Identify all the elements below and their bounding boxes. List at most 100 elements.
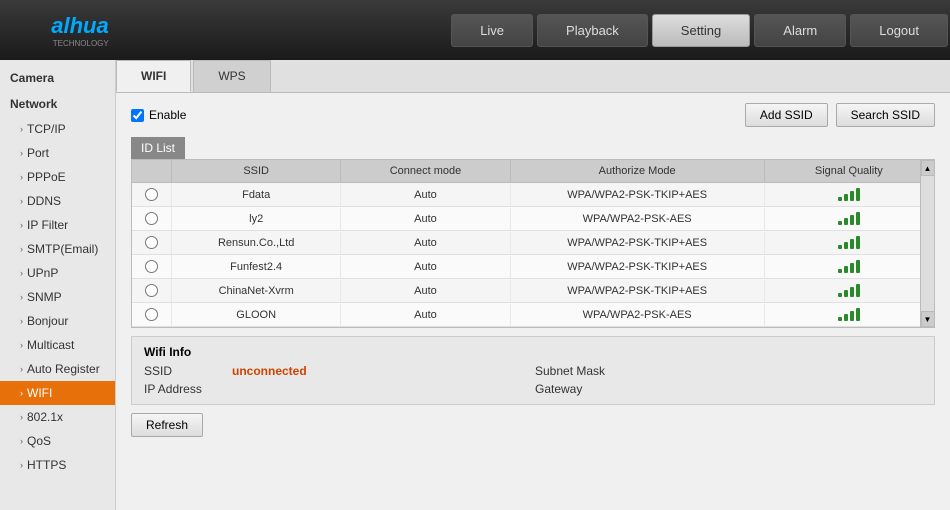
wifi-info-grid: SSID unconnected Subnet Mask IP Address [144, 364, 922, 396]
enable-left: Enable [131, 108, 186, 122]
arrow-icon: › [20, 148, 23, 158]
ssid-radio[interactable] [145, 188, 158, 201]
bar4 [856, 308, 860, 321]
sidebar-item-upnp[interactable]: ›UPnP [0, 261, 115, 285]
col-radio [132, 160, 172, 182]
sidebar-item-autoregister[interactable]: ›Auto Register [0, 357, 115, 381]
ssid-cell: Funfest2.4 [172, 256, 341, 278]
row-radio[interactable] [132, 231, 172, 254]
nav-tab-alarm[interactable]: Alarm [754, 14, 846, 47]
table-row: ChinaNet-Xvrm Auto WPA/WPA2-PSK-TKIP+AES [132, 279, 934, 303]
wifi-table: SSID Connect mode Authorize Mode Signal … [131, 159, 935, 328]
ip-label: IP Address [144, 382, 224, 396]
table-row: ly2 Auto WPA/WPA2-PSK-AES [132, 207, 934, 231]
bar3 [850, 311, 854, 321]
arrow-icon: › [20, 124, 23, 134]
sidebar-item-bonjour[interactable]: ›Bonjour [0, 309, 115, 333]
sidebar-item-multicast[interactable]: ›Multicast [0, 333, 115, 357]
sidebar-item-ddns[interactable]: ›DDNS [0, 189, 115, 213]
ssid-radio[interactable] [145, 308, 158, 321]
sidebar-section-camera: Camera [0, 65, 115, 91]
wifi-info-panel: Wifi Info SSID unconnected Subnet Mask I… [131, 336, 935, 405]
table-row: GLOON Auto WPA/WPA2-PSK-AES [132, 303, 934, 327]
table-row: Fdata Auto WPA/WPA2-PSK-TKIP+AES [132, 183, 934, 207]
bar4 [856, 188, 860, 201]
bar2 [844, 242, 848, 249]
inner-content: Enable Add SSID Search SSID ID List SSID… [116, 93, 950, 455]
add-ssid-button[interactable]: Add SSID [745, 103, 828, 127]
sidebar-item-ipfilter[interactable]: ›IP Filter [0, 213, 115, 237]
sidebar-item-port[interactable]: ›Port [0, 141, 115, 165]
signal-cell [765, 207, 934, 230]
bar1 [838, 245, 842, 249]
bar1 [838, 221, 842, 225]
signal-bars [773, 236, 925, 249]
tab-wifi[interactable]: WIFI [116, 60, 191, 92]
arrow-icon: › [20, 388, 23, 398]
arrow-icon: › [20, 196, 23, 206]
arrow-icon: › [20, 268, 23, 278]
row-radio[interactable] [132, 207, 172, 230]
sidebar-item-qos[interactable]: ›QoS [0, 429, 115, 453]
wifi-subnet-row: Subnet Mask [535, 364, 922, 378]
nav-tab-setting[interactable]: Setting [652, 14, 750, 47]
refresh-button[interactable]: Refresh [131, 413, 203, 437]
signal-bars [773, 260, 925, 273]
scroll-down-button[interactable]: ▼ [921, 311, 935, 327]
sidebar-item-snmp[interactable]: ›SNMP [0, 285, 115, 309]
ssid-value: unconnected [232, 364, 307, 378]
ssid-cell: ly2 [172, 208, 341, 230]
signal-cell [765, 303, 934, 326]
table-header: SSID Connect mode Authorize Mode Signal … [132, 160, 934, 183]
row-radio[interactable] [132, 255, 172, 278]
bar2 [844, 290, 848, 297]
search-ssid-button[interactable]: Search SSID [836, 103, 935, 127]
enable-checkbox[interactable] [131, 109, 144, 122]
row-radio[interactable] [132, 303, 172, 326]
sidebar-item-tcpip[interactable]: ›TCP/IP [0, 117, 115, 141]
bar3 [850, 287, 854, 297]
bar2 [844, 194, 848, 201]
sidebar-item-smtp[interactable]: ›SMTP(Email) [0, 237, 115, 261]
subnet-label: Subnet Mask [535, 364, 615, 378]
bar2 [844, 314, 848, 321]
bar3 [850, 239, 854, 249]
signal-cell [765, 231, 934, 254]
bar3 [850, 215, 854, 225]
sidebar-item-https[interactable]: ›HTTPS [0, 453, 115, 477]
auth-cell: WPA/WPA2-PSK-TKIP+AES [511, 256, 765, 278]
nav-tab-playback[interactable]: Playback [537, 14, 648, 47]
signal-cell [765, 255, 934, 278]
ssid-radio[interactable] [145, 212, 158, 225]
sidebar-item-8021x[interactable]: ›802.1x [0, 405, 115, 429]
sidebar-item-pppoe[interactable]: ›PPPoE [0, 165, 115, 189]
connect-cell: Auto [341, 304, 510, 326]
content-area: WIFI WPS Enable Add SSID Search SSID ID [116, 60, 950, 510]
connect-cell: Auto [341, 184, 510, 206]
signal-bars [773, 188, 925, 201]
ssid-radio[interactable] [145, 236, 158, 249]
col-connect: Connect mode [341, 160, 510, 182]
nav-tab-live[interactable]: Live [451, 14, 533, 47]
col-ssid: SSID [172, 160, 341, 182]
arrow-icon: › [20, 316, 23, 326]
row-radio[interactable] [132, 183, 172, 206]
enable-label: Enable [149, 108, 186, 122]
sidebar-item-wifi[interactable]: ›WIFI [0, 381, 115, 405]
ssid-radio[interactable] [145, 260, 158, 273]
nav-tab-logout[interactable]: Logout [850, 14, 948, 47]
scroll-up-button[interactable]: ▲ [921, 160, 935, 176]
connect-cell: Auto [341, 256, 510, 278]
signal-bars [773, 284, 925, 297]
signal-cell [765, 183, 934, 206]
tab-wps[interactable]: WPS [193, 60, 270, 92]
connect-cell: Auto [341, 208, 510, 230]
bar1 [838, 197, 842, 201]
ssid-label: SSID [144, 364, 224, 378]
scrollbar[interactable]: ▲ ▼ [920, 160, 934, 327]
ssid-radio[interactable] [145, 284, 158, 297]
arrow-icon: › [20, 244, 23, 254]
bar4 [856, 284, 860, 297]
arrow-icon: › [20, 292, 23, 302]
row-radio[interactable] [132, 279, 172, 302]
